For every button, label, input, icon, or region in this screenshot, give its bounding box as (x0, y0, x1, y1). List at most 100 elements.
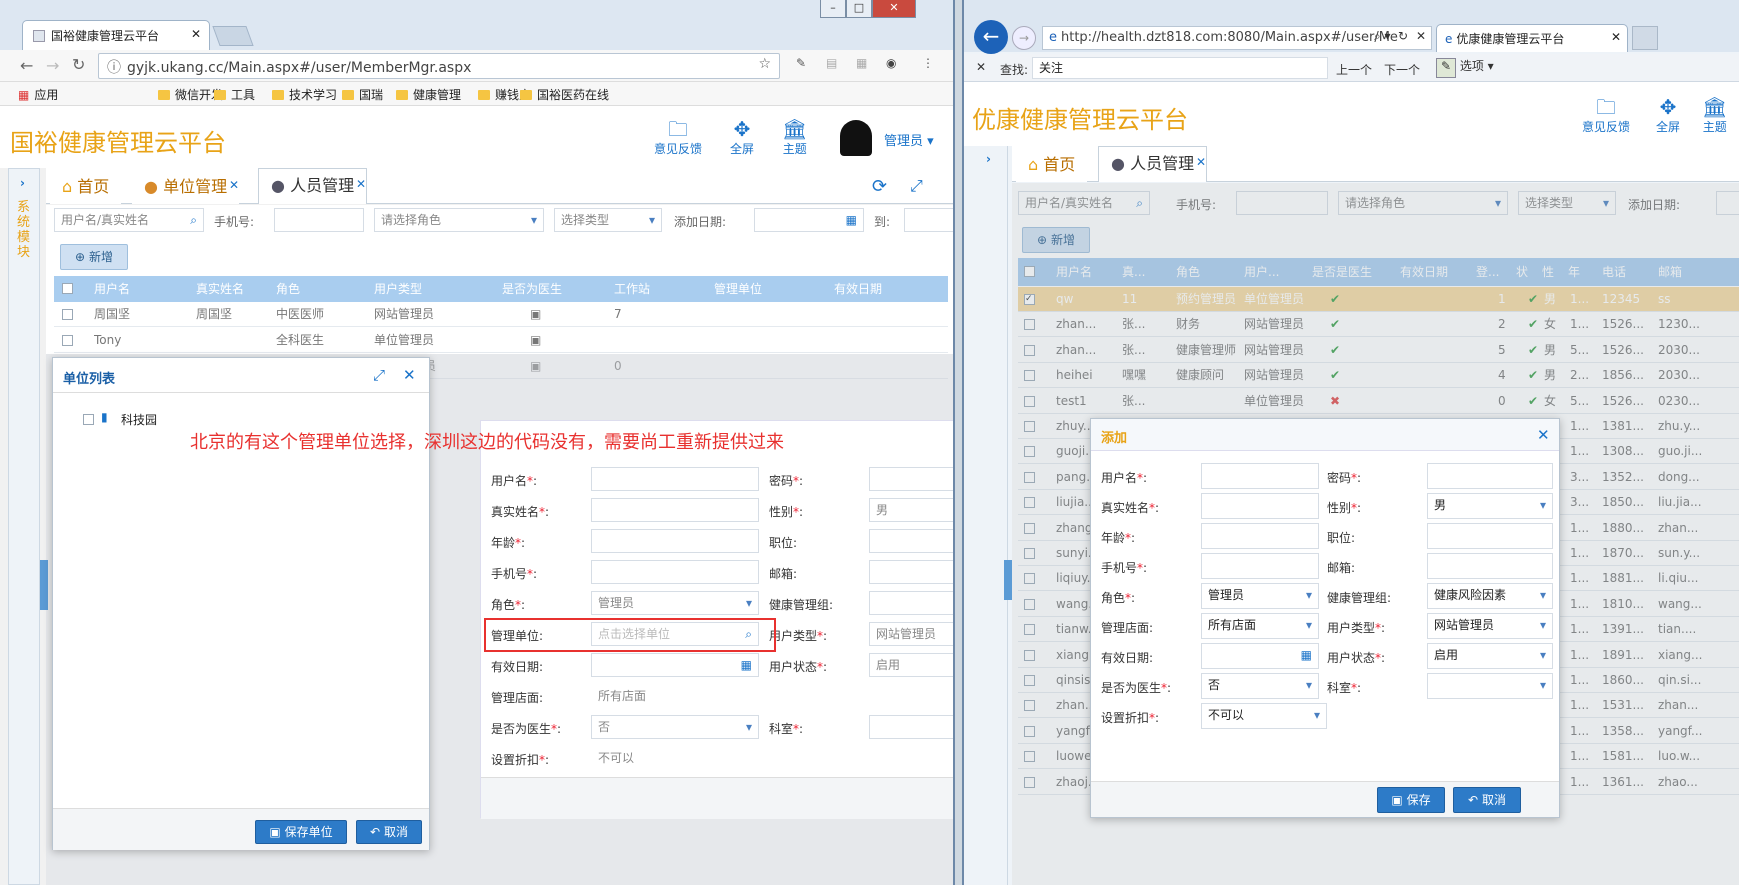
status-select[interactable]: 启用 (869, 653, 953, 677)
stop-icon[interactable]: ✕ (1416, 29, 1426, 43)
col-header[interactable]: 工作站 (614, 276, 650, 302)
password-input[interactable] (1427, 463, 1553, 489)
col-header[interactable]: 角色 (276, 276, 300, 302)
realname-input[interactable] (1201, 493, 1319, 519)
cancel-button[interactable]: ↶ 取消 (356, 820, 422, 844)
store-select[interactable]: 所有店面 (1201, 613, 1319, 639)
fullscreen-button[interactable]: ✥ 全屏 (730, 118, 754, 157)
position-input[interactable] (1427, 523, 1553, 549)
tab-close-icon[interactable]: ✕ (356, 167, 366, 201)
group-select[interactable]: 健康风险因素 (1427, 583, 1553, 609)
tab-close-icon[interactable]: ✕ (191, 27, 201, 41)
status-select[interactable]: 启用 (1427, 643, 1553, 669)
save-unit-button[interactable]: ▣ 保存单位 (255, 820, 347, 844)
account-icon[interactable]: ◉ (886, 56, 896, 70)
gender-select[interactable]: 男 (869, 498, 953, 522)
bookmark-item[interactable]: 健康管理 (396, 86, 461, 103)
bookmark-item[interactable]: 国瑞 (342, 86, 383, 103)
tab-member-mgmt[interactable]: ● 人员管理 ✕ (1098, 146, 1208, 182)
add-button[interactable]: ⊕ 新增 (60, 244, 128, 270)
search-icon[interactable]: ⌕ ▾ (1374, 29, 1391, 44)
search-icon[interactable]: ⌕ (190, 209, 197, 231)
tab-close-icon[interactable]: ✕ (1611, 30, 1621, 44)
calendar-icon[interactable]: ▦ (1301, 644, 1312, 666)
ie-tab-active[interactable]: e 优康健康管理云平台 ✕ (1436, 24, 1628, 52)
role-select[interactable]: 管理员 (591, 591, 759, 615)
chevron-right-icon[interactable]: › (986, 152, 991, 166)
pen-icon[interactable]: ✎ (796, 56, 806, 70)
cancel-button[interactable]: ↶ 取消 (1453, 787, 1521, 813)
dept-select[interactable] (869, 715, 953, 739)
position-input[interactable] (869, 529, 953, 553)
email-input[interactable] (1427, 553, 1553, 579)
group-select[interactable] (869, 591, 953, 615)
col-header[interactable]: 用户类型 (374, 276, 422, 302)
col-header[interactable]: 是否为医生 (502, 276, 562, 302)
star-icon[interactable]: ☆ (758, 56, 771, 72)
left-sidebar[interactable] (8, 168, 40, 885)
close-dialog-icon[interactable]: ✕ (1537, 426, 1550, 444)
fullscreen-button[interactable]: ✥ 全屏 (1656, 96, 1680, 135)
back-icon[interactable]: ← (20, 56, 33, 75)
row-checkbox[interactable] (62, 335, 73, 346)
find-prev-button[interactable]: 上一个 (1336, 61, 1372, 78)
close-window-button[interactable]: ✕ (872, 0, 916, 18)
chrome-tab-active[interactable]: 国裕健康管理云平台 ✕ (22, 20, 210, 50)
calendar-icon[interactable]: ▦ (846, 209, 857, 231)
feedback-button[interactable]: 🗀 意见反馈 (1582, 96, 1630, 135)
tab-unit-mgmt[interactable]: ● 单位管理 ✕ (132, 168, 240, 204)
discount-select[interactable]: 不可以 (1201, 703, 1327, 729)
doctor-select[interactable]: 否 (1201, 673, 1319, 699)
select-all-checkbox[interactable] (62, 283, 73, 294)
role-select[interactable]: 管理员 (1201, 583, 1319, 609)
refresh-icon[interactable]: ⟳ (872, 176, 887, 197)
tab-home[interactable]: ⌂ 首页 (50, 170, 122, 204)
dept-select[interactable] (1427, 673, 1553, 699)
tree-item-label[interactable]: 科技园 (121, 411, 157, 428)
password-input[interactable] (869, 467, 953, 491)
type-select[interactable]: 选择类型 (554, 208, 662, 232)
col-header[interactable]: 有效日期 (834, 276, 882, 302)
phone-input[interactable] (274, 208, 364, 232)
discount-select[interactable]: 不可以 (591, 746, 759, 770)
find-options-button[interactable]: ✎ 选项 ▾ (1436, 57, 1494, 78)
feedback-button[interactable]: 🗀 意见反馈 (654, 118, 702, 157)
find-next-button[interactable]: 下一个 (1384, 61, 1420, 78)
right-sidebar[interactable] (964, 146, 1008, 885)
extension2-icon[interactable]: ▦ (856, 56, 867, 70)
close-panel-icon[interactable]: ✕ (403, 366, 416, 384)
usertype-select[interactable]: 网站管理员 (1427, 613, 1553, 639)
menu-icon[interactable]: ⋮ (922, 56, 934, 70)
theme-button[interactable]: 🏛 主题 (1702, 96, 1727, 135)
phone-input[interactable] (591, 560, 759, 584)
minimize-button[interactable]: – (820, 0, 846, 18)
col-header[interactable]: 用户名 (94, 276, 130, 302)
email-input[interactable] (869, 560, 953, 584)
tab-home[interactable]: ⌂ 首页 (1016, 148, 1088, 182)
table-row[interactable]: 周国坚 周国坚 中医医师 网站管理员 ▣ 7 (54, 302, 948, 327)
reload-icon[interactable]: ↻ (1398, 29, 1408, 43)
date-input[interactable]: ▦ (754, 208, 864, 232)
tab-member-mgmt[interactable]: ● 人员管理 ✕ (258, 167, 368, 204)
table-row[interactable]: Tony 全科医生 单位管理员 ▣ (54, 328, 948, 353)
left-edge-handle[interactable] (1004, 560, 1012, 600)
valid-date-input[interactable]: ▦ (591, 653, 759, 677)
close-find-icon[interactable]: ✕ (976, 60, 986, 74)
maximize-button[interactable]: □ (846, 0, 872, 18)
find-input[interactable]: 关注 (1032, 57, 1328, 79)
age-input[interactable] (1201, 523, 1319, 549)
new-tab-button[interactable] (1632, 26, 1658, 50)
calendar-icon[interactable]: ▦ (741, 654, 752, 676)
usertype-select[interactable]: 网站管理员 (869, 622, 953, 646)
tab-close-icon[interactable]: ✕ (229, 168, 239, 202)
gender-select[interactable]: 男 (1427, 493, 1553, 519)
username-input[interactable] (591, 467, 759, 491)
reload-icon[interactable]: ↻ (72, 55, 85, 74)
phone-input[interactable] (1201, 553, 1319, 579)
left-edge-handle[interactable] (40, 560, 48, 610)
bookmark-item[interactable]: 技术学习 (272, 86, 337, 103)
store-select[interactable]: 所有店面 (591, 684, 759, 708)
tree-item-checkbox[interactable] (83, 414, 94, 425)
bookmark-apps[interactable]: ▦ 应用 (18, 86, 58, 103)
age-input[interactable] (591, 529, 759, 553)
